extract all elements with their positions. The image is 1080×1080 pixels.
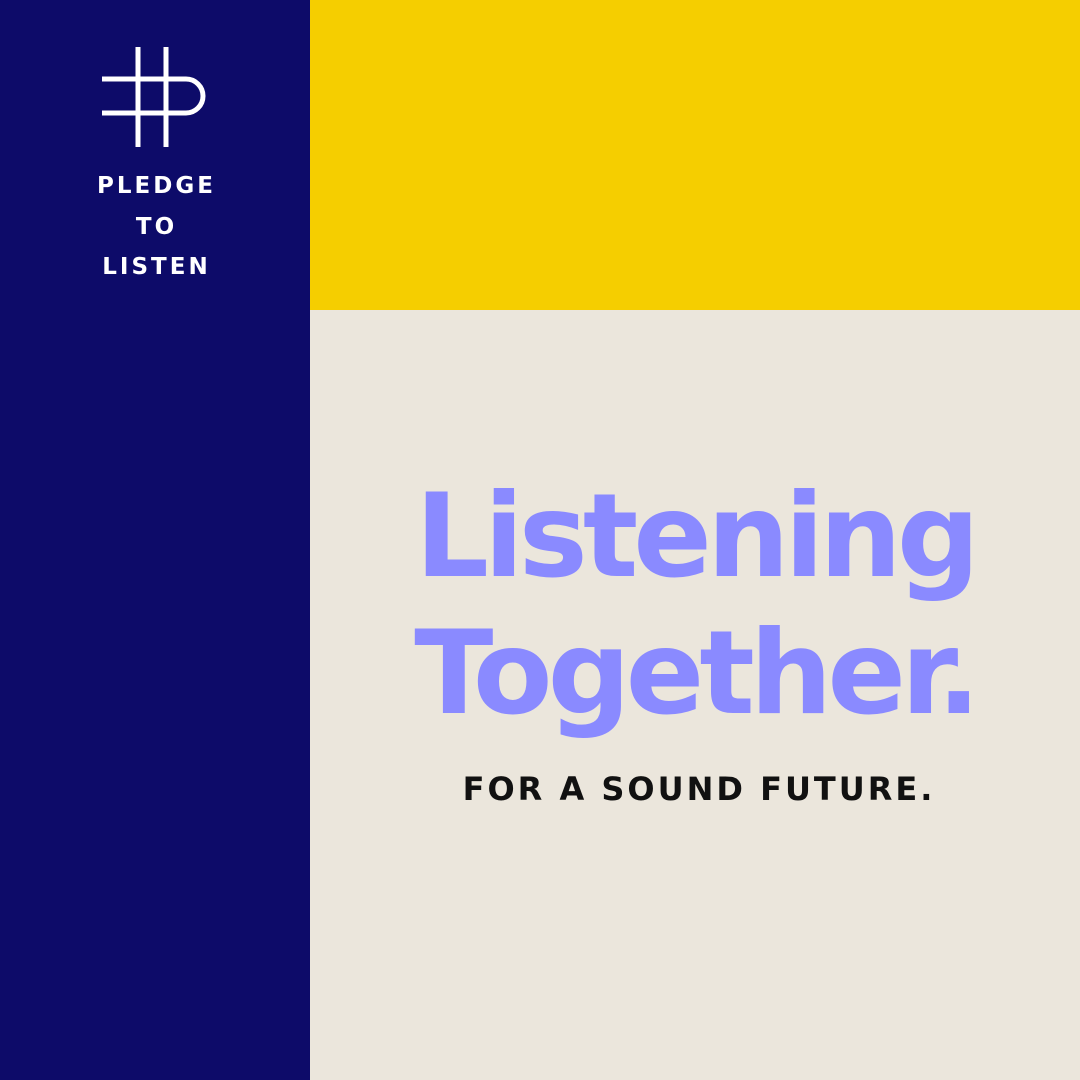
hash-p-monogram-icon — [102, 47, 206, 147]
headline-line-1: Listening — [415, 469, 980, 604]
headline-line-2: Together. — [414, 606, 981, 741]
yellow-block — [310, 0, 1080, 310]
brand-name-line-3: LISTEN — [102, 254, 211, 280]
brand-name-line-1: PLEDGE — [97, 173, 216, 199]
tagline: FOR A SOUND FUTURE. — [462, 770, 936, 808]
brand-name-line-2: TO — [135, 213, 178, 240]
headline: Listening Together. — [310, 468, 1080, 742]
brand-name: PLEDGE TO LISTEN — [0, 166, 310, 288]
brand-sidebar: PLEDGE TO LISTEN — [0, 0, 310, 1080]
poster: PLEDGE TO LISTEN Listening Together. FOR… — [0, 0, 1080, 1080]
